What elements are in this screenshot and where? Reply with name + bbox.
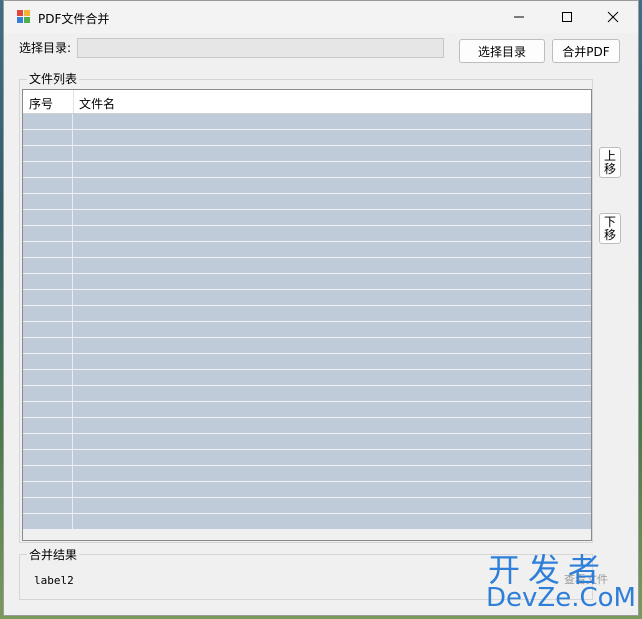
table-row[interactable] bbox=[23, 370, 591, 386]
grid-header: 序号 文件名 bbox=[23, 90, 591, 114]
directory-label: 选择目录: bbox=[19, 41, 72, 55]
directory-path-field[interactable] bbox=[77, 38, 444, 58]
table-row[interactable] bbox=[23, 162, 591, 178]
row-index-cell[interactable] bbox=[23, 386, 73, 401]
close-button[interactable] bbox=[590, 1, 636, 33]
move-down-button[interactable]: 下移 bbox=[599, 213, 621, 244]
row-index-cell[interactable] bbox=[23, 258, 73, 273]
watermark-line1: 开发者 bbox=[488, 551, 609, 589]
row-index-cell[interactable] bbox=[23, 242, 73, 257]
table-row[interactable] bbox=[23, 386, 591, 402]
row-index-cell[interactable] bbox=[23, 450, 73, 465]
row-index-cell[interactable] bbox=[23, 178, 73, 193]
select-directory-button[interactable]: 选择目录 bbox=[459, 39, 545, 63]
table-row[interactable] bbox=[23, 114, 591, 130]
minimize-icon bbox=[514, 16, 524, 18]
table-row[interactable] bbox=[23, 354, 591, 370]
table-row[interactable] bbox=[23, 290, 591, 306]
row-index-cell[interactable] bbox=[23, 290, 73, 305]
table-row[interactable] bbox=[23, 258, 591, 274]
row-index-cell[interactable] bbox=[23, 162, 73, 177]
watermark: 查看文件 开发者 DevZe.CoM bbox=[484, 553, 642, 617]
row-index-cell[interactable] bbox=[23, 226, 73, 241]
table-row[interactable] bbox=[23, 402, 591, 418]
close-icon bbox=[607, 11, 619, 23]
row-index-cell[interactable] bbox=[23, 306, 73, 321]
title-bar[interactable]: PDF文件合并 bbox=[4, 1, 638, 33]
row-index-cell[interactable] bbox=[23, 130, 73, 145]
row-index-cell[interactable] bbox=[23, 466, 73, 481]
table-row[interactable] bbox=[23, 338, 591, 354]
row-index-cell[interactable] bbox=[23, 338, 73, 353]
table-row[interactable] bbox=[23, 466, 591, 482]
merge-pdf-button[interactable]: 合并PDF bbox=[552, 39, 620, 63]
table-row[interactable] bbox=[23, 210, 591, 226]
row-index-cell[interactable] bbox=[23, 498, 73, 513]
row-index-cell[interactable] bbox=[23, 482, 73, 497]
maximize-icon bbox=[562, 12, 572, 22]
column-separator bbox=[73, 90, 74, 113]
table-row[interactable] bbox=[23, 450, 591, 466]
app-icon bbox=[17, 10, 30, 23]
table-row[interactable] bbox=[23, 146, 591, 162]
row-index-cell[interactable] bbox=[23, 322, 73, 337]
row-index-cell[interactable] bbox=[23, 194, 73, 209]
row-index-cell[interactable] bbox=[23, 114, 73, 129]
file-list-grid[interactable]: 序号 文件名 bbox=[22, 89, 592, 541]
column-header-filename[interactable]: 文件名 bbox=[79, 95, 115, 112]
table-row[interactable] bbox=[23, 130, 591, 146]
row-index-cell[interactable] bbox=[23, 210, 73, 225]
file-list-group-title: 文件列表 bbox=[27, 70, 80, 87]
row-index-cell[interactable] bbox=[23, 514, 73, 529]
table-row[interactable] bbox=[23, 178, 591, 194]
table-row[interactable] bbox=[23, 306, 591, 322]
table-row[interactable] bbox=[23, 194, 591, 210]
table-row[interactable] bbox=[23, 434, 591, 450]
maximize-button[interactable] bbox=[544, 1, 590, 33]
table-row[interactable] bbox=[23, 322, 591, 338]
grid-rows bbox=[23, 114, 591, 530]
table-row[interactable] bbox=[23, 482, 591, 498]
table-row[interactable] bbox=[23, 514, 591, 530]
minimize-button[interactable] bbox=[496, 1, 542, 33]
row-index-cell[interactable] bbox=[23, 146, 73, 161]
row-index-cell[interactable] bbox=[23, 274, 73, 289]
row-index-cell[interactable] bbox=[23, 434, 73, 449]
result-label: label2 bbox=[34, 574, 74, 587]
window-title: PDF文件合并 bbox=[38, 12, 110, 26]
move-up-button[interactable]: 上移 bbox=[599, 147, 621, 178]
result-group-title: 合并结果 bbox=[27, 546, 80, 563]
watermark-line2: DevZe.CoM bbox=[486, 583, 636, 613]
table-row[interactable] bbox=[23, 242, 591, 258]
row-index-cell[interactable] bbox=[23, 418, 73, 433]
column-header-index[interactable]: 序号 bbox=[29, 95, 53, 112]
app-window: PDF文件合并 选择目录: 选择目录 合并PDF 文件列表 序号 文件名 上移 … bbox=[3, 0, 639, 616]
table-row[interactable] bbox=[23, 418, 591, 434]
row-index-cell[interactable] bbox=[23, 402, 73, 417]
table-row[interactable] bbox=[23, 274, 591, 290]
row-index-cell[interactable] bbox=[23, 354, 73, 369]
table-row[interactable] bbox=[23, 498, 591, 514]
table-row[interactable] bbox=[23, 226, 591, 242]
row-index-cell[interactable] bbox=[23, 370, 73, 385]
